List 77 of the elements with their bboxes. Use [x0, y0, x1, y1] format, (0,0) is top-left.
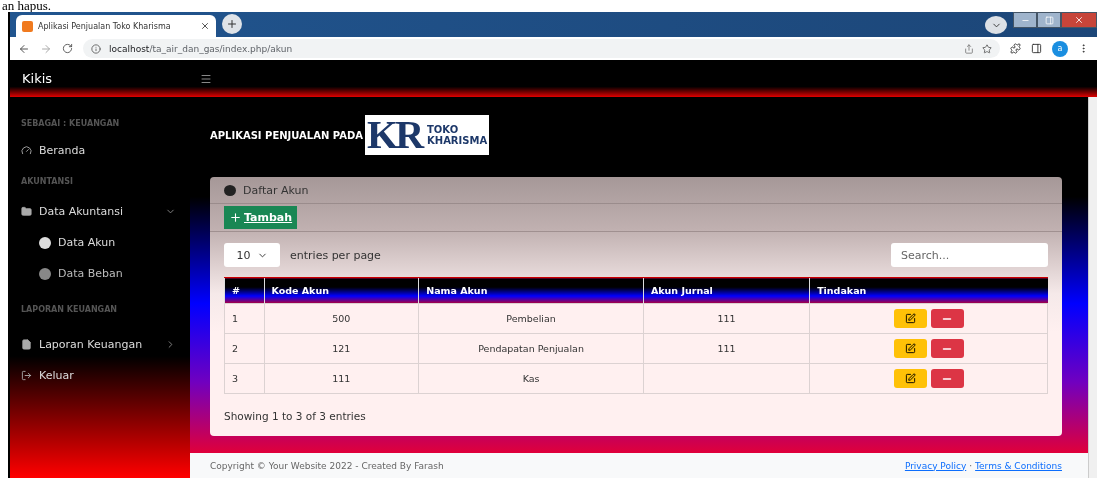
- tab-title: Aplikasi Penjualan Toko Kharisma: [38, 21, 172, 31]
- minimize-button[interactable]: [1013, 12, 1037, 28]
- close-icon: [1074, 15, 1084, 25]
- back-icon[interactable]: [18, 42, 30, 55]
- entries-label: entries per page: [290, 248, 382, 262]
- puzzle-icon[interactable]: [1010, 43, 1021, 54]
- separator-text: ·: [969, 460, 973, 471]
- plus-icon: [229, 211, 242, 224]
- tab-search-button[interactable]: [985, 16, 1007, 34]
- menu-icon[interactable]: [200, 72, 212, 85]
- edit-button[interactable]: [893, 339, 927, 358]
- sidebar-subitem[interactable]: Data Beban: [21, 258, 190, 289]
- edit-icon: [904, 313, 916, 324]
- delete-button[interactable]: [930, 339, 964, 358]
- footer-link[interactable]: Privacy Policy: [904, 460, 967, 471]
- address-bar[interactable]: localhost/ta_air_dan_gas/index.php/akun: [83, 39, 1000, 58]
- circle-icon: [39, 267, 51, 280]
- page-title: APLIKASI PENJUALAN PADA: [210, 129, 363, 141]
- sidebar-item[interactable]: Data Akuntansi: [21, 196, 190, 227]
- star-icon[interactable]: [982, 43, 992, 54]
- copyright-text: Copyright © Your Website 2022 - Created By Farash: [210, 460, 444, 471]
- edit-button[interactable]: [893, 369, 927, 388]
- table-cell: 111: [264, 363, 419, 394]
- table-summary: Showing 1 to 3 of 3 entries: [224, 410, 367, 422]
- maximize-button[interactable]: [1037, 12, 1061, 28]
- table-cell: 121: [264, 333, 419, 364]
- sidebar-heading: SEBAGAI : KEUANGAN: [21, 117, 121, 130]
- file-icon: [21, 339, 32, 350]
- logout-item[interactable]: Keluar: [21, 360, 190, 391]
- page-size-select[interactable]: 10: [224, 243, 280, 267]
- column-header[interactable]: Nama Akun: [418, 277, 644, 304]
- close-button[interactable]: [1061, 12, 1097, 28]
- delete-button[interactable]: [930, 369, 964, 388]
- edit-icon: [904, 373, 916, 384]
- table-cell: 111: [643, 303, 810, 334]
- table-cell: 500: [264, 303, 419, 334]
- table-cell: Kas: [418, 363, 644, 394]
- scrollbar[interactable]: [1088, 97, 1097, 478]
- restore-icon: [1044, 15, 1054, 25]
- column-header[interactable]: Akun Jurnal: [643, 277, 810, 304]
- footer-link[interactable]: Terms & Conditions: [975, 460, 1062, 471]
- table-cell: 111: [643, 333, 810, 364]
- column-header[interactable]: Tindakan: [809, 277, 1048, 304]
- add-button[interactable]: Tambah: [224, 206, 298, 229]
- document-text: an hapus.: [2, 0, 52, 12]
- gauge-icon: [21, 145, 32, 156]
- brand-name[interactable]: Kikis: [22, 71, 200, 86]
- sidebar-item[interactable]: Beranda: [21, 135, 190, 166]
- edit-button[interactable]: [893, 309, 927, 328]
- table-cell: Pembelian: [418, 303, 644, 334]
- sidebar-heading: LAPORAN KEUANGAN: [21, 303, 119, 316]
- card-title: Daftar Akun: [243, 183, 309, 197]
- logout-icon: [21, 370, 32, 381]
- column-header[interactable]: #: [224, 277, 264, 304]
- table-cell: Pendapatan Penjualan: [418, 333, 644, 364]
- table-cell: 3: [224, 363, 264, 394]
- circle-icon: [224, 184, 236, 196]
- close-icon[interactable]: [200, 21, 210, 31]
- circle-icon: [39, 236, 51, 249]
- table-cell: 2: [224, 333, 264, 364]
- column-header[interactable]: Kode Akun: [264, 277, 419, 304]
- sidebar-subitem[interactable]: Data Akun: [21, 227, 190, 258]
- side-panel-icon[interactable]: [1031, 43, 1042, 54]
- sidebar-item[interactable]: Laporan Keuangan: [21, 329, 190, 360]
- edit-icon: [904, 343, 916, 354]
- profile-avatar[interactable]: a: [1052, 40, 1068, 57]
- new-tab-button[interactable]: [222, 14, 242, 34]
- search-field[interactable]: Search...: [891, 243, 1048, 267]
- delete-button[interactable]: [930, 309, 964, 328]
- folder-icon: [21, 206, 32, 217]
- reload-icon[interactable]: [62, 43, 73, 54]
- browser-tab[interactable]: Aplikasi Penjualan Toko Kharisma: [16, 15, 216, 37]
- favicon-icon: [22, 20, 33, 32]
- plus-icon: [226, 18, 238, 30]
- table-cell: 1: [224, 303, 264, 334]
- sidebar-heading: AKUNTANSI: [21, 175, 74, 188]
- info-icon: [91, 43, 101, 54]
